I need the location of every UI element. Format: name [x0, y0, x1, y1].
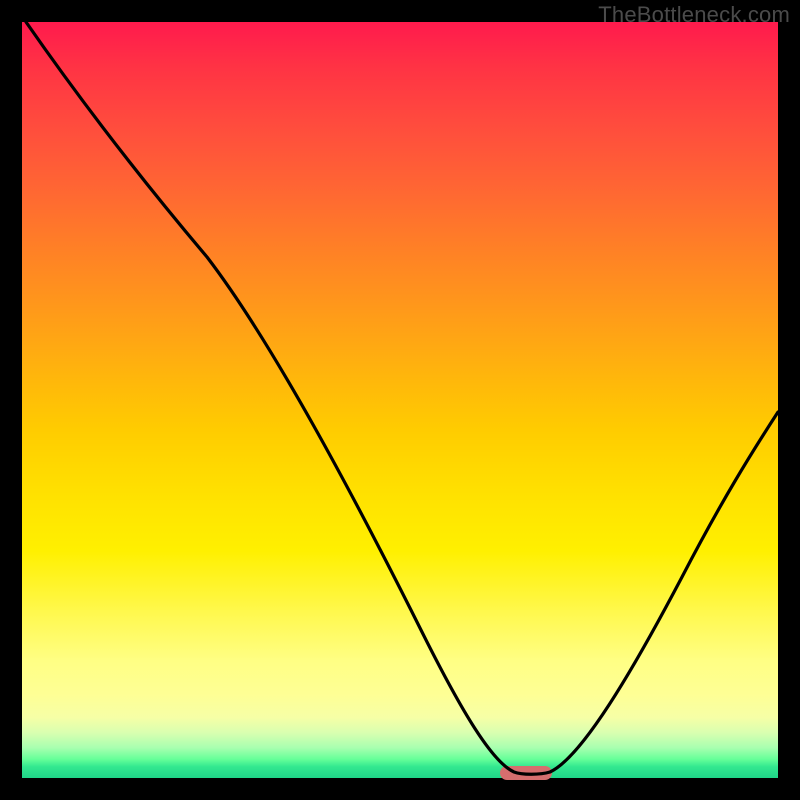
chart-frame: TheBottleneck.com [0, 0, 800, 800]
chart-svg [22, 22, 778, 778]
watermark-text: TheBottleneck.com [598, 2, 790, 28]
bottleneck-curve [26, 22, 778, 774]
